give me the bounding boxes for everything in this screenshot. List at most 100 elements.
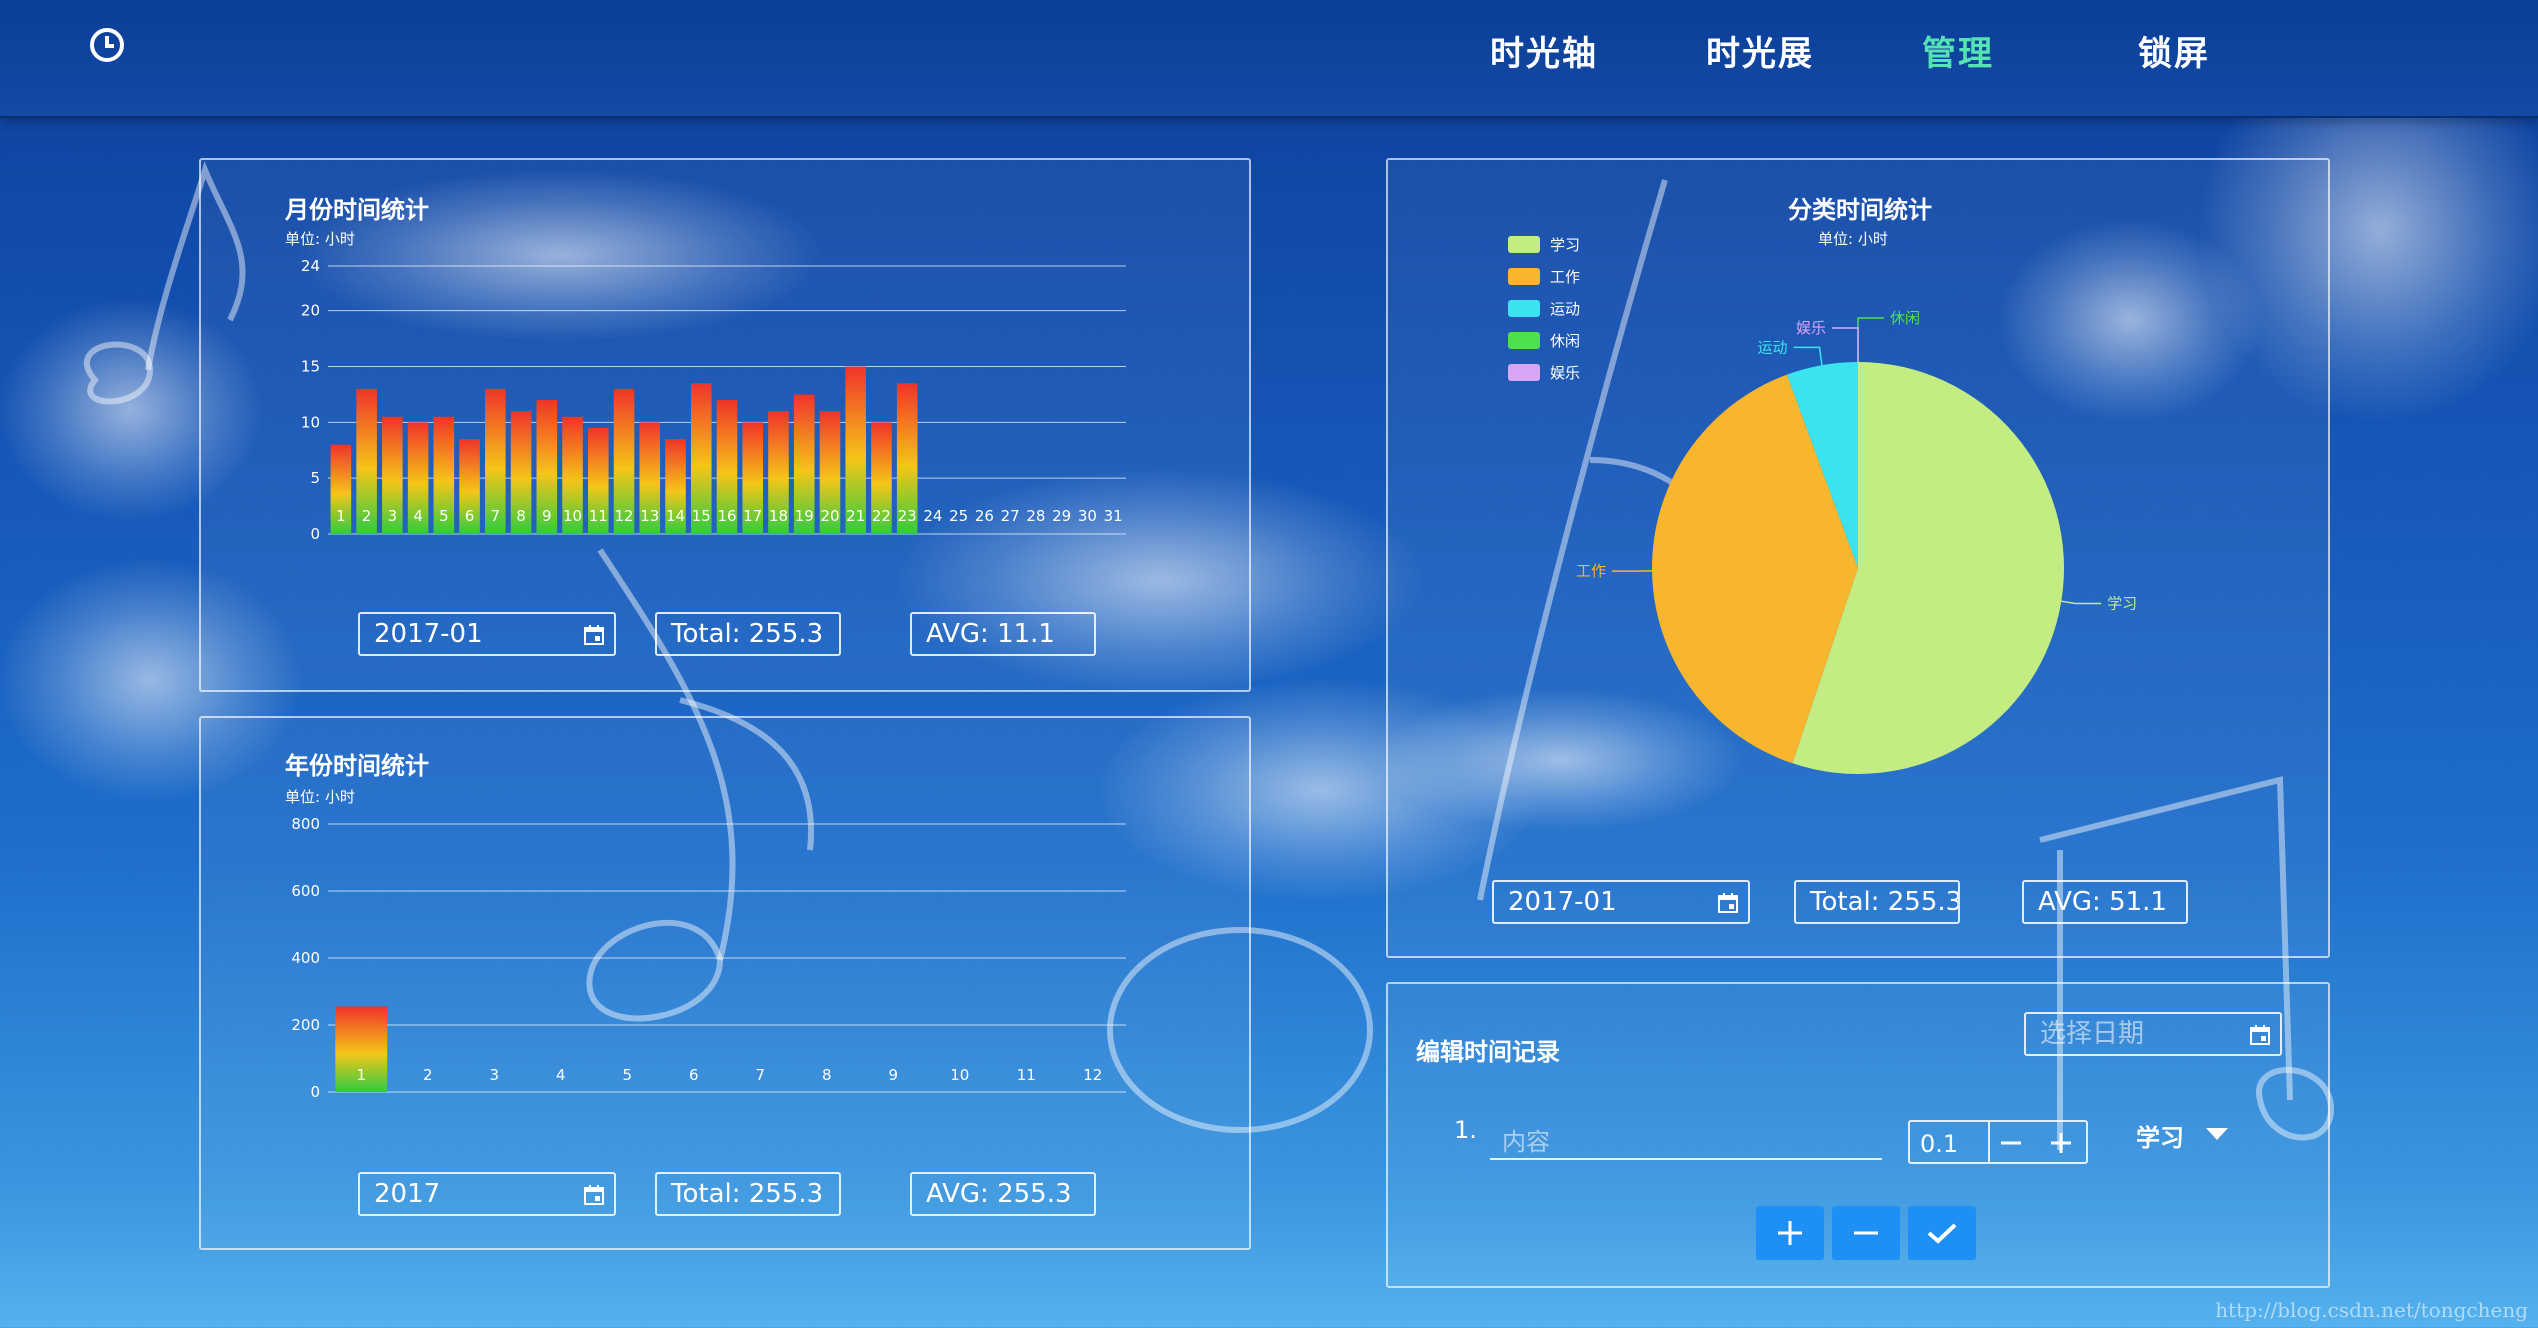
x-tick-label: 25 (949, 507, 968, 525)
monthly-bar-chart: 05101520241 2 3 4 5 6 7 8 9 10 11 12 13 14 15 16 17 18 19 2… (301, 257, 1126, 543)
category-select[interactable]: 学习 (2136, 1118, 2228, 1153)
yearly-total: Total: 255.3 (655, 1172, 841, 1216)
x-tick-label: 10 (563, 507, 582, 525)
minus-icon[interactable] (1998, 1130, 2024, 1156)
x-tick-label: 3 (489, 1066, 499, 1084)
add-row-button[interactable] (1756, 1206, 1824, 1260)
monthly-date-picker[interactable]: 2017-01 (358, 612, 616, 656)
x-tick-label: 2 (423, 1066, 433, 1084)
pie-leader-line (1832, 327, 1859, 362)
x-tick-label: 6 (465, 507, 475, 525)
hours-stepper[interactable]: 0.1 (1908, 1120, 2088, 1164)
y-tick-label: 0 (310, 525, 320, 543)
calendar-icon[interactable] (582, 623, 606, 647)
x-tick-label: 6 (689, 1066, 699, 1084)
hours-value: 0.1 (1920, 1130, 1959, 1158)
x-tick-label: 27 (1001, 507, 1020, 525)
remove-row-button[interactable] (1832, 1206, 1900, 1260)
x-tick-label: 4 (413, 507, 423, 525)
top-navbar: 时光轴 时光展 管理 锁屏 (0, 0, 2538, 118)
legend-swatch[interactable] (1508, 364, 1540, 381)
x-tick-label: 18 (769, 507, 788, 525)
x-tick-label: 20 (820, 507, 839, 525)
content-input[interactable]: 内容 (1490, 1114, 1882, 1160)
watermark: http://blog.csdn.net/tongcheng (2215, 1298, 2528, 1322)
x-tick-label: 5 (622, 1066, 632, 1084)
legend-swatch[interactable] (1508, 300, 1540, 317)
monthly-date-value: 2017-01 (374, 619, 483, 649)
row-index: 1. (1454, 1116, 1477, 1144)
category-select-value: 学习 (2136, 1124, 2184, 1152)
x-tick-label: 7 (491, 507, 501, 525)
x-tick-label: 1 (336, 507, 346, 525)
x-tick-label: 3 (388, 507, 398, 525)
calendar-icon[interactable] (1716, 891, 1740, 915)
x-tick-label: 16 (717, 507, 736, 525)
calendar-icon[interactable] (582, 1183, 606, 1207)
category-pie-chart: 学习工作运动休闲娱乐学习工作运动休闲娱乐 (1508, 236, 2137, 774)
nav-timeline[interactable]: 时光轴 (1490, 26, 1598, 75)
yearly-date-value: 2017 (374, 1179, 441, 1209)
x-tick-label: 5 (439, 507, 449, 525)
x-tick-label: 8 (822, 1066, 832, 1084)
x-tick-label: 13 (640, 507, 659, 525)
nav-manage[interactable]: 管理 (1922, 26, 1994, 75)
nav-time-exhibit[interactable]: 时光展 (1706, 26, 1814, 75)
category-avg: AVG: 51.1 (2022, 880, 2188, 924)
x-tick-label: 28 (1026, 507, 1045, 525)
x-tick-label: 19 (795, 507, 814, 525)
confirm-button[interactable] (1908, 1206, 1976, 1260)
pie-leader-line (1793, 346, 1823, 366)
legend-swatch[interactable] (1508, 268, 1540, 285)
plus-icon (1778, 1221, 1802, 1245)
edit-record-panel: 编辑时间记录 选择日期 1. 内容 0.1 学习 (1386, 982, 2330, 1288)
x-tick-label: 4 (556, 1066, 566, 1084)
pie-leader-line (2061, 600, 2102, 605)
monthly-total: Total: 255.3 (655, 612, 841, 656)
x-tick-label: 11 (589, 507, 608, 525)
y-tick-label: 24 (301, 257, 320, 275)
legend-swatch[interactable] (1508, 332, 1540, 349)
legend-label: 学习 (1550, 236, 1580, 254)
x-tick-label: 12 (1083, 1066, 1102, 1084)
x-tick-label: 17 (743, 507, 762, 525)
x-tick-label: 31 (1104, 507, 1123, 525)
category-date-picker[interactable]: 2017-01 (1492, 880, 1750, 924)
plus-icon[interactable] (2048, 1130, 2074, 1156)
x-tick-label: 24 (923, 507, 942, 525)
category-total: Total: 255.3 (1794, 880, 1960, 924)
y-tick-label: 800 (291, 815, 320, 833)
date-picker-input[interactable]: 选择日期 (2024, 1012, 2282, 1056)
nav-lock-screen[interactable]: 锁屏 (2138, 26, 2210, 75)
pie-label: 工作 (1576, 562, 1606, 580)
yearly-bar-chart: 02004006008001 2 3 4 5 6 7 8 9 10 11 12 (291, 815, 1126, 1101)
y-tick-label: 0 (310, 1083, 320, 1101)
y-tick-label: 10 (301, 413, 320, 431)
minus-icon (1854, 1231, 1878, 1235)
x-tick-label: 1 (356, 1066, 366, 1084)
x-tick-label: 11 (1017, 1066, 1036, 1084)
x-tick-label: 10 (950, 1066, 969, 1084)
x-tick-label: 23 (898, 507, 917, 525)
monthly-stats-panel: 月份时间统计 单位: 小时 0 5 10 15 20 24 1 2 3 4 5 6 7 8 9 10 11 12 1… (199, 158, 1251, 692)
y-tick-label: 400 (291, 949, 320, 967)
y-tick-label: 200 (291, 1016, 320, 1034)
clock-icon[interactable] (88, 26, 126, 64)
legend-label: 工作 (1550, 268, 1580, 286)
yearly-stats-panel: 年份时间统计 单位: 小时 0 200 400 600 800 1 2 3 4 5 6 7 8 9 10 11… (199, 716, 1251, 1250)
yearly-date-picker[interactable]: 2017 (358, 1172, 616, 1216)
x-tick-label: 7 (755, 1066, 765, 1084)
x-tick-label: 21 (846, 507, 865, 525)
y-tick-label: 15 (301, 358, 320, 376)
category-date-value: 2017-01 (1508, 887, 1617, 917)
x-tick-label: 12 (614, 507, 633, 525)
pie-label: 娱乐 (1796, 319, 1826, 337)
x-tick-label: 30 (1078, 507, 1097, 525)
pie-leader-line (1857, 317, 1884, 362)
check-icon (1927, 1223, 1957, 1244)
x-tick-label: 9 (542, 507, 552, 525)
calendar-icon[interactable] (2248, 1023, 2272, 1047)
legend-swatch[interactable] (1508, 236, 1540, 253)
category-stats-panel: 分类时间统计 单位: 小时 学习 工作 运动 休闲 娱乐 学习 工作 运动 休闲 娱乐 2017-… (1386, 158, 2330, 958)
x-tick-label: 9 (888, 1066, 898, 1084)
